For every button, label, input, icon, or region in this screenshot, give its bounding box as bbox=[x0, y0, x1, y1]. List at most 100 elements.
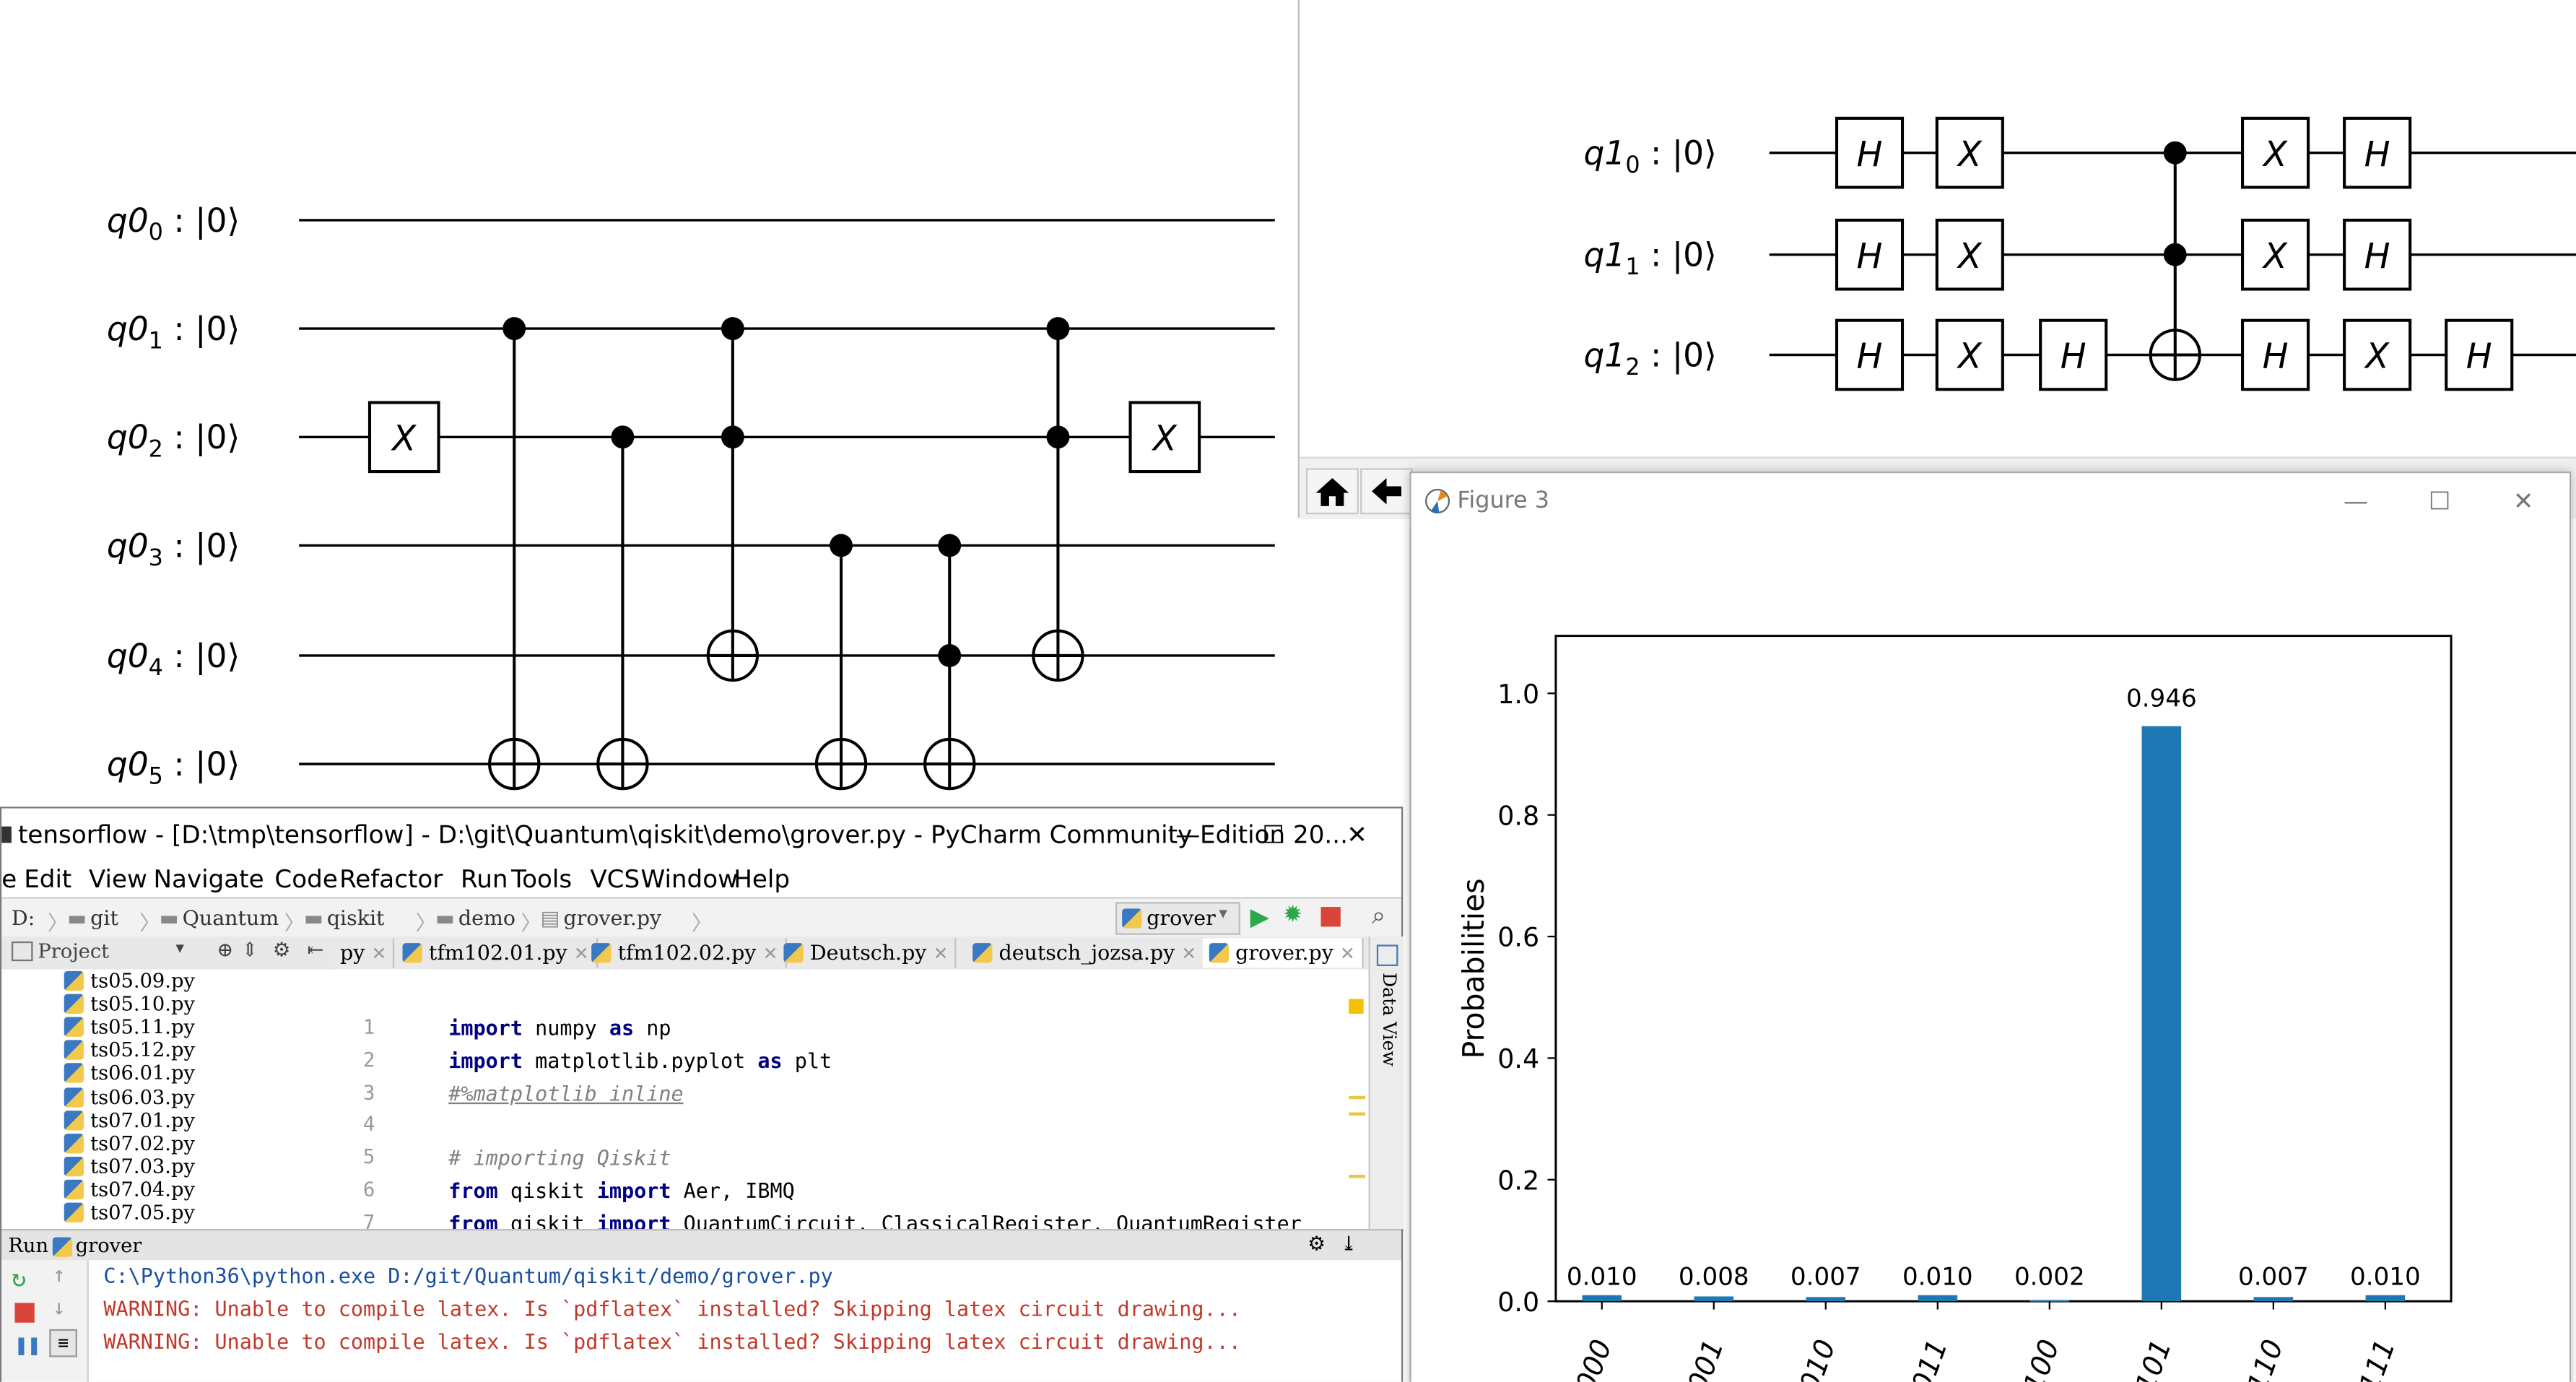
chevron-down-icon[interactable]: ▾ bbox=[175, 940, 183, 958]
gate-label: H bbox=[1857, 337, 1883, 377]
bar bbox=[1694, 1296, 1734, 1302]
y-axis-label: Probabilities bbox=[1456, 878, 1491, 1059]
search-icon[interactable]: ⌕ bbox=[1372, 900, 1385, 930]
run-icon[interactable]: ▶ bbox=[1250, 902, 1269, 931]
project-tree-item[interactable]: ts05.09.py bbox=[64, 970, 195, 992]
gear-icon[interactable]: ⚙ bbox=[1307, 1233, 1325, 1256]
menu-item[interactable]: View bbox=[89, 861, 147, 897]
python-file-icon bbox=[591, 943, 612, 963]
home-icon[interactable] bbox=[1306, 468, 1359, 515]
maximize-button[interactable]: ☐ bbox=[1253, 809, 1293, 861]
bar bbox=[1918, 1295, 1958, 1302]
run-config-select[interactable]: grover ▾ bbox=[1115, 902, 1241, 935]
close-button[interactable]: ✕ bbox=[2491, 483, 2557, 519]
gate-label: H bbox=[2466, 337, 2492, 377]
editor-tab[interactable]: py ✕ bbox=[334, 938, 395, 968]
project-tree-item[interactable]: ts06.03.py bbox=[64, 1085, 195, 1108]
close-icon[interactable]: ✕ bbox=[933, 943, 948, 965]
breadcrumb-item[interactable]: grover.py bbox=[563, 905, 661, 930]
breadcrumb-item[interactable]: qiskit bbox=[327, 905, 385, 930]
circuit1-qubit-label: q00 : |0⟩ bbox=[107, 201, 240, 245]
close-button[interactable]: ✕ bbox=[1337, 809, 1377, 861]
menu-item[interactable]: Help bbox=[734, 861, 790, 897]
stop-icon[interactable] bbox=[14, 1303, 35, 1323]
run-tab-name[interactable]: grover bbox=[76, 1234, 142, 1257]
stop-icon[interactable] bbox=[1320, 907, 1341, 927]
down-arrow-icon[interactable]: ↓ bbox=[53, 1296, 66, 1321]
x-tick-label: 011 bbox=[1905, 1335, 1954, 1381]
editor-tab[interactable]: deutsch_jozsa.py ✕ bbox=[966, 938, 1205, 968]
close-icon[interactable]: ✕ bbox=[1340, 943, 1355, 965]
circuit-figure-1: q00 : |0⟩ q01 : |0⟩ q02 : |0⟩ q03 : |0⟩ q04 … bbox=[0, 0, 1298, 805]
pause-icon[interactable]: ❚❚ bbox=[14, 1334, 40, 1359]
warning-marker[interactable] bbox=[1349, 999, 1364, 1014]
y-tick-label: 0.8 bbox=[1497, 800, 1539, 831]
project-tree-item[interactable]: ts07.04.py bbox=[64, 1178, 195, 1201]
up-arrow-icon[interactable]: ↑ bbox=[53, 1264, 66, 1288]
menu-item[interactable]: e bbox=[1, 861, 17, 897]
breadcrumb-item[interactable]: git bbox=[90, 905, 118, 930]
data-view-tab[interactable]: Data View bbox=[1373, 973, 1400, 1066]
minimize-button[interactable]: — bbox=[2323, 483, 2389, 519]
breadcrumb-item[interactable]: D: bbox=[12, 905, 35, 930]
close-icon[interactable]: ✕ bbox=[762, 943, 778, 965]
x-tick-label: 110 bbox=[2241, 1335, 2290, 1381]
gate-label: X bbox=[1151, 419, 1178, 459]
x-tick-label: 001 bbox=[1681, 1335, 1731, 1381]
editor-tab[interactable]: tfm102.02.py ✕ bbox=[585, 938, 786, 968]
menu-item[interactable]: Window bbox=[640, 861, 738, 897]
code-line: from qiskit import QuantumCircuit, Class… bbox=[448, 1210, 1302, 1230]
project-label[interactable]: Project bbox=[38, 940, 109, 963]
console-line: WARNING: Unable to compile latex. Is `pd… bbox=[103, 1329, 1241, 1355]
project-tree-item[interactable]: ts05.12.py bbox=[64, 1039, 195, 1062]
error-stripe bbox=[1349, 1112, 1365, 1116]
bar bbox=[1806, 1297, 1846, 1302]
tree-item-label: ts05.12.py bbox=[90, 1038, 195, 1062]
locate-icon[interactable]: ⊕ bbox=[217, 938, 233, 961]
editor-tab[interactable]: grover.py ✕ bbox=[1202, 938, 1364, 968]
python-file-icon bbox=[64, 1064, 84, 1084]
code-editor[interactable]: 1 2 3 4 5 6 7 import numpy as np import matplot… bbox=[333, 969, 1369, 1230]
menu-item[interactable]: Refactor bbox=[339, 861, 443, 897]
minimize-button[interactable]: — bbox=[1168, 809, 1208, 861]
line-number: 2 bbox=[362, 1048, 375, 1072]
python-file-icon bbox=[64, 1087, 84, 1107]
maximize-button[interactable]: ☐ bbox=[2407, 483, 2473, 519]
wrap-icon[interactable]: ≡ bbox=[49, 1329, 77, 1357]
gate-label: H bbox=[2364, 135, 2390, 175]
debug-icon[interactable]: ✹ bbox=[1283, 902, 1302, 928]
menu-item[interactable]: Navigate bbox=[154, 861, 264, 897]
gate-label: H bbox=[2364, 237, 2390, 277]
project-tree-item[interactable]: ts07.02.py bbox=[64, 1131, 195, 1155]
collapse-icon[interactable]: ⇕ bbox=[241, 938, 258, 961]
hide-icon[interactable]: ⇤ bbox=[308, 938, 324, 961]
python-icon bbox=[1122, 908, 1142, 929]
editor-tab[interactable]: Deutsch.py ✕ bbox=[777, 938, 957, 968]
gear-icon[interactable]: ⚙ bbox=[273, 938, 290, 961]
python-file-icon bbox=[783, 943, 804, 963]
project-tree-item[interactable]: ts07.01.py bbox=[64, 1108, 195, 1131]
project-tree-item[interactable]: ts06.01.py bbox=[64, 1062, 195, 1085]
circuit2-qubit-label: q12 : |0⟩ bbox=[1583, 336, 1716, 380]
back-icon[interactable] bbox=[1360, 468, 1413, 515]
hide-icon[interactable]: ⤓ bbox=[1341, 1233, 1357, 1256]
editor-tab[interactable]: tfm102.01.py ✕ bbox=[396, 938, 598, 968]
control-dot bbox=[938, 534, 962, 557]
breadcrumb-separator: 〉 bbox=[139, 910, 160, 935]
close-icon[interactable]: ✕ bbox=[371, 943, 386, 965]
menu-item[interactable]: VCS bbox=[590, 861, 640, 897]
breadcrumb-item[interactable]: Quantum bbox=[183, 905, 279, 930]
project-tree-item[interactable]: ts07.03.py bbox=[64, 1155, 195, 1178]
rerun-icon[interactable]: ↻ bbox=[12, 1264, 27, 1293]
menu-item[interactable]: Code bbox=[274, 861, 337, 897]
menu-item[interactable]: Tools bbox=[511, 861, 572, 897]
menu-item[interactable]: Edit bbox=[24, 861, 71, 897]
project-tree-item[interactable]: ts05.11.py bbox=[64, 1016, 195, 1039]
project-tree-item[interactable]: ts07.05.py bbox=[64, 1201, 195, 1224]
folder-icon: ▬ bbox=[435, 905, 455, 930]
close-icon[interactable]: ✕ bbox=[1181, 943, 1196, 965]
menu-item[interactable]: Run bbox=[461, 861, 508, 897]
circuit2-qubit-label: q11 : |0⟩ bbox=[1583, 236, 1716, 280]
breadcrumb-item[interactable]: demo bbox=[458, 905, 515, 930]
project-tree-item[interactable]: ts05.10.py bbox=[64, 993, 195, 1015]
